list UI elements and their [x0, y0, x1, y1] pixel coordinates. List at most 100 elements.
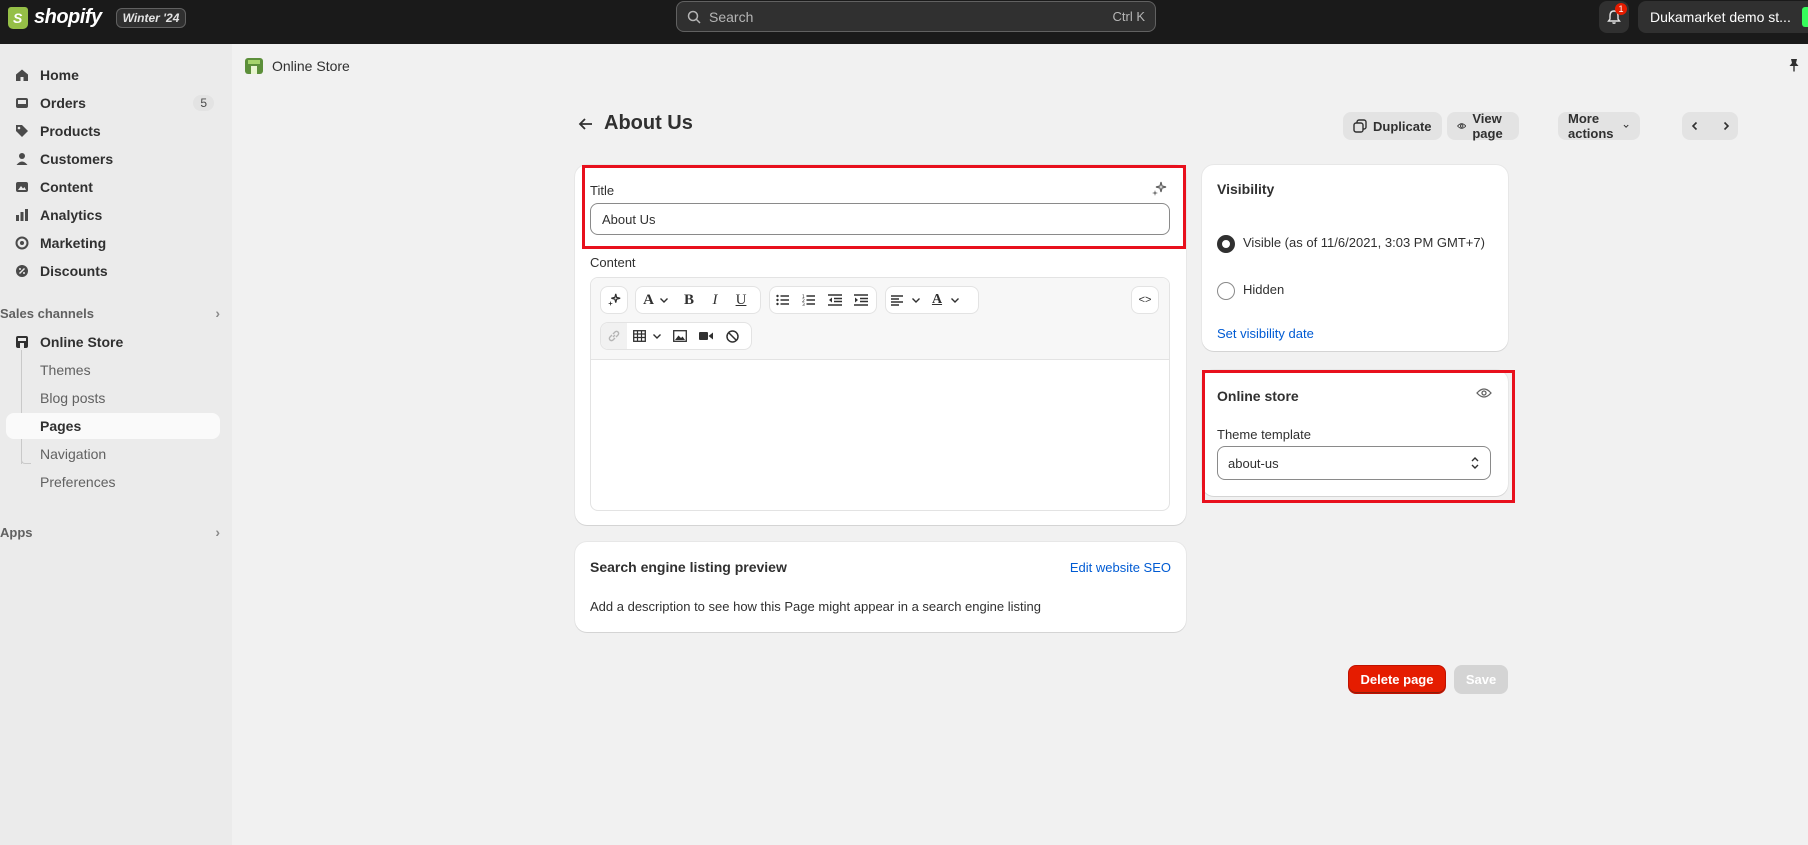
online-store-heading: Online store — [1217, 388, 1299, 404]
seo-description: Add a description to see how this Page m… — [590, 599, 1041, 614]
hidden-radio[interactable] — [1217, 282, 1235, 300]
sidebar-subitem-pages[interactable]: Pages — [6, 413, 220, 439]
search-input[interactable]: Search Ctrl K — [676, 1, 1156, 32]
sidebar-item-label: Analytics — [40, 207, 103, 223]
page-content-card: Title About Us Content A B I U 123 A <> — [575, 165, 1186, 525]
insert-image-button[interactable] — [667, 323, 693, 349]
previous-page-button[interactable] — [1682, 121, 1707, 131]
target-icon — [14, 235, 30, 251]
person-icon — [14, 151, 30, 167]
sidebar-item-content[interactable]: Content — [6, 174, 220, 200]
sales-channels-header[interactable]: Sales channels › — [0, 302, 220, 324]
bullet-list-button[interactable] — [770, 287, 796, 313]
numbered-list-button[interactable]: 123 — [796, 287, 822, 313]
underline-icon: U — [735, 291, 747, 308]
table-icon — [632, 330, 646, 342]
chevron-right-icon: › — [215, 524, 220, 540]
numbered-list-icon: 123 — [802, 294, 815, 306]
sidebar-item-online-store[interactable]: Online Store — [6, 329, 220, 355]
underline-button[interactable]: U — [728, 287, 754, 313]
magic-icon — [601, 287, 627, 313]
breadcrumb-label[interactable]: Online Store — [272, 58, 350, 74]
next-page-button[interactable] — [1713, 121, 1738, 131]
visibility-heading: Visibility — [1217, 181, 1275, 197]
insert-link-button[interactable] — [601, 323, 627, 349]
ai-generate-button[interactable] — [600, 286, 628, 314]
back-button[interactable] — [576, 114, 596, 134]
clear-formatting-button[interactable] — [719, 323, 745, 349]
set-visibility-date-link[interactable]: Set visibility date — [1217, 326, 1314, 341]
visible-radio[interactable] — [1217, 235, 1235, 253]
theme-template-select[interactable]: about-us — [1217, 446, 1491, 480]
search-icon — [687, 10, 701, 24]
seo-preview-card: Search engine listing preview Edit websi… — [575, 542, 1186, 632]
edit-seo-link[interactable]: Edit website SEO — [1070, 560, 1171, 575]
delete-page-button[interactable]: Delete page — [1348, 665, 1446, 694]
html-view-button[interactable]: <> — [1131, 286, 1159, 314]
duplicate-icon — [1353, 119, 1367, 133]
font-style-dropdown[interactable]: A — [636, 287, 676, 313]
bar-chart-icon — [14, 207, 30, 223]
sidebar-item-customers[interactable]: Customers — [6, 146, 220, 172]
ai-sparkle-icon[interactable] — [1151, 181, 1167, 200]
brand-name: shopify — [34, 6, 102, 28]
title-input[interactable]: About Us — [590, 203, 1170, 235]
insert-group — [600, 322, 752, 350]
sidebar-item-orders[interactable]: Orders 5 — [6, 90, 220, 116]
outdent-button[interactable] — [822, 287, 848, 313]
view-page-button[interactable]: View page — [1447, 111, 1520, 141]
pin-icon[interactable] — [1788, 58, 1800, 75]
chevron-left-icon — [1691, 121, 1697, 131]
select-chevron-icon — [1471, 457, 1479, 469]
title-label: Title — [590, 183, 615, 198]
duplicate-label: Duplicate — [1373, 118, 1432, 134]
more-actions-label: More actions — [1568, 111, 1614, 141]
text-format-group: A B I U — [635, 286, 761, 314]
storefront-icon — [14, 334, 30, 350]
view-page-label: View page — [1472, 111, 1503, 141]
store-menu-button[interactable]: Dukamarket demo st... — [1638, 1, 1808, 33]
duplicate-button[interactable]: Duplicate — [1343, 112, 1442, 140]
online-store-icon — [245, 58, 263, 74]
sidebar-item-label: Content — [40, 179, 93, 195]
chevron-down-icon — [1623, 124, 1629, 128]
insert-table-dropdown[interactable] — [627, 323, 667, 349]
insert-video-button[interactable] — [693, 323, 719, 349]
sidebar-item-label: Marketing — [40, 235, 107, 251]
align-dropdown[interactable] — [886, 287, 926, 313]
sidebar-item-home[interactable]: Home — [6, 62, 220, 88]
sidebar-item-marketing[interactable]: Marketing — [6, 230, 220, 256]
notification-count-badge: 1 — [1615, 3, 1627, 15]
text-color-dropdown[interactable]: A — [926, 287, 966, 313]
notifications-button[interactable]: 1 — [1599, 1, 1629, 33]
eye-icon[interactable] — [1476, 387, 1492, 402]
editor-body[interactable] — [591, 360, 1169, 510]
sidebar-item-discounts[interactable]: Discounts — [6, 258, 220, 284]
inbox-icon — [14, 95, 30, 111]
home-icon — [14, 67, 30, 83]
italic-button[interactable]: I — [702, 287, 728, 313]
sidebar-subitem-preferences[interactable]: Preferences — [6, 469, 220, 495]
shopify-bag-icon — [8, 6, 28, 29]
chevron-right-icon: › — [215, 305, 220, 321]
video-icon — [699, 332, 713, 340]
sidebar-subitem-themes[interactable]: Themes — [6, 357, 220, 383]
shopify-logo[interactable]: shopify Winter '24 — [8, 6, 187, 29]
sidebar-item-products[interactable]: Products — [6, 118, 220, 144]
sidebar-item-analytics[interactable]: Analytics — [6, 202, 220, 228]
bold-button[interactable]: B — [676, 287, 702, 313]
search-shortcut: Ctrl K — [1112, 9, 1146, 24]
top-bar: shopify Winter '24 Search Ctrl K 1 Dukam… — [0, 0, 1808, 44]
sidebar-item-label: Orders — [40, 95, 86, 111]
breadcrumb: Online Store — [244, 56, 350, 76]
sidebar-subitem-blog-posts[interactable]: Blog posts — [6, 385, 220, 411]
align-left-icon — [891, 294, 903, 306]
sidebar-subitem-navigation[interactable]: Navigation — [6, 441, 220, 467]
link-icon — [608, 330, 620, 342]
indent-button[interactable] — [848, 287, 874, 313]
more-actions-button[interactable]: More actions — [1558, 111, 1640, 141]
apps-header[interactable]: Apps › — [0, 521, 220, 543]
save-button[interactable]: Save — [1454, 665, 1508, 694]
theme-template-value: about-us — [1228, 455, 1279, 471]
editor-toolbar: A B I U 123 A <> — [591, 278, 1169, 360]
